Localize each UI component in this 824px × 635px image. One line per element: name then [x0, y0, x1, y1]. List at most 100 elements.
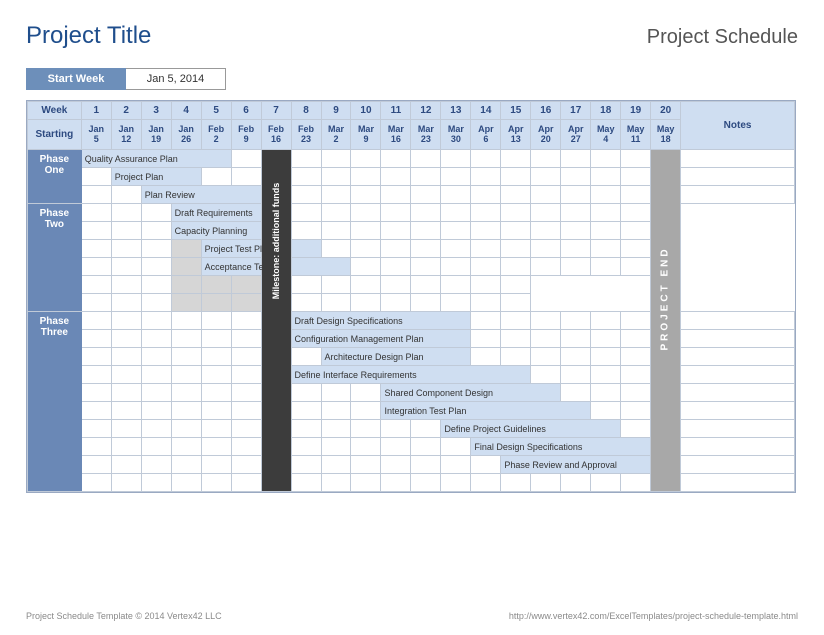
cell[interactable]	[621, 420, 651, 438]
cell[interactable]	[561, 384, 591, 402]
cell[interactable]	[501, 150, 531, 168]
notes-cell[interactable]	[681, 168, 795, 186]
cell[interactable]	[471, 240, 501, 258]
cell[interactable]	[321, 186, 351, 204]
cell[interactable]	[201, 456, 231, 474]
cell[interactable]	[111, 402, 141, 420]
cell[interactable]	[351, 168, 381, 186]
cell[interactable]	[111, 474, 141, 492]
cell[interactable]	[351, 204, 381, 222]
cell[interactable]	[291, 186, 321, 204]
cell[interactable]	[381, 222, 411, 240]
cell[interactable]	[141, 294, 171, 312]
cell[interactable]	[591, 366, 621, 384]
notes-cell[interactable]	[681, 420, 795, 438]
cell[interactable]	[111, 222, 141, 240]
cell[interactable]	[171, 420, 201, 438]
cell[interactable]	[321, 204, 351, 222]
cell[interactable]	[411, 204, 441, 222]
cell[interactable]	[291, 456, 321, 474]
cell[interactable]	[381, 168, 411, 186]
cell[interactable]	[441, 276, 471, 294]
cell[interactable]	[321, 384, 351, 402]
cell[interactable]	[621, 384, 651, 402]
cell[interactable]	[351, 240, 381, 258]
cell[interactable]	[591, 348, 621, 366]
cell[interactable]	[381, 420, 411, 438]
cell[interactable]	[141, 330, 171, 348]
cell[interactable]	[591, 330, 621, 348]
cell[interactable]	[561, 222, 591, 240]
start-week-input[interactable]: Jan 5, 2014	[126, 68, 226, 90]
cell[interactable]	[531, 150, 561, 168]
cell[interactable]	[201, 348, 231, 366]
cell[interactable]	[81, 438, 111, 456]
task-bar[interactable]: Phase Review and Approval	[501, 456, 651, 474]
cell[interactable]	[141, 438, 171, 456]
cell[interactable]	[291, 168, 321, 186]
cell[interactable]	[231, 456, 261, 474]
cell[interactable]	[411, 168, 441, 186]
task-bar[interactable]: Final Design Specifications	[471, 438, 651, 456]
cell[interactable]	[231, 402, 261, 420]
cell[interactable]	[141, 384, 171, 402]
cell[interactable]	[81, 222, 111, 240]
cell[interactable]	[381, 276, 411, 294]
cell[interactable]	[81, 186, 111, 204]
cell[interactable]	[321, 240, 351, 258]
cell[interactable]	[321, 276, 351, 294]
cell[interactable]	[471, 294, 501, 312]
cell[interactable]	[201, 402, 231, 420]
notes-cell[interactable]	[501, 276, 531, 294]
cell[interactable]	[141, 420, 171, 438]
cell[interactable]	[531, 474, 561, 492]
task-bar[interactable]: Quality Assurance Plan	[81, 150, 231, 168]
cell[interactable]	[201, 420, 231, 438]
cell[interactable]	[501, 168, 531, 186]
cell[interactable]	[141, 258, 171, 276]
task-bar[interactable]: Architecture Design Plan	[321, 348, 471, 366]
cell[interactable]	[501, 348, 531, 366]
cell[interactable]	[291, 474, 321, 492]
notes-cell[interactable]	[681, 186, 795, 204]
cell[interactable]	[441, 438, 471, 456]
cell[interactable]	[411, 186, 441, 204]
cell[interactable]	[441, 168, 471, 186]
cell[interactable]	[171, 294, 201, 312]
cell[interactable]	[561, 474, 591, 492]
cell[interactable]	[471, 168, 501, 186]
cell[interactable]	[411, 456, 441, 474]
task-bar[interactable]: Define Project Guidelines	[441, 420, 621, 438]
cell[interactable]	[171, 402, 201, 420]
cell[interactable]	[591, 222, 621, 240]
cell[interactable]	[291, 384, 321, 402]
cell[interactable]	[561, 186, 591, 204]
cell[interactable]	[171, 312, 201, 330]
notes-cell[interactable]	[681, 438, 795, 456]
cell[interactable]	[531, 222, 561, 240]
cell[interactable]	[171, 240, 201, 258]
cell[interactable]	[351, 186, 381, 204]
cell[interactable]	[621, 366, 651, 384]
cell[interactable]	[81, 312, 111, 330]
task-bar[interactable]: Integration Test Plan	[381, 402, 591, 420]
cell[interactable]	[81, 276, 111, 294]
cell[interactable]	[591, 384, 621, 402]
notes-cell[interactable]	[681, 366, 795, 384]
cell[interactable]	[381, 456, 411, 474]
cell[interactable]	[231, 168, 261, 186]
cell[interactable]	[471, 474, 501, 492]
cell[interactable]	[231, 474, 261, 492]
cell[interactable]	[171, 438, 201, 456]
cell[interactable]	[501, 474, 531, 492]
cell[interactable]	[531, 240, 561, 258]
cell[interactable]	[111, 204, 141, 222]
cell[interactable]	[591, 258, 621, 276]
cell[interactable]	[621, 402, 651, 420]
cell[interactable]	[411, 258, 441, 276]
cell[interactable]	[471, 222, 501, 240]
cell[interactable]	[531, 312, 561, 330]
cell[interactable]	[561, 204, 591, 222]
cell[interactable]	[531, 204, 561, 222]
cell[interactable]	[201, 366, 231, 384]
